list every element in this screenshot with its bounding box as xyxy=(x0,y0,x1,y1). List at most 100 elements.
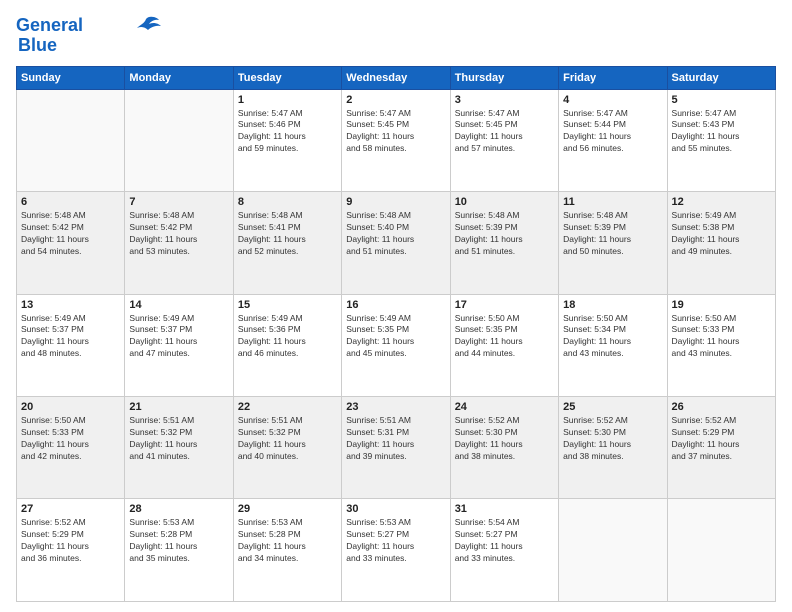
day-info: Sunrise: 5:48 AM Sunset: 5:42 PM Dayligh… xyxy=(129,210,228,258)
weekday-header-saturday: Saturday xyxy=(667,66,775,89)
weekday-header-friday: Friday xyxy=(559,66,667,89)
day-number: 8 xyxy=(238,196,337,208)
calendar-cell: 20 Sunrise: 5:50 AM Sunset: 5:33 PM Dayli… xyxy=(17,397,125,499)
calendar-cell: 31Sunrise: 5:54 AM Sunset: 5:27 PM Dayli… xyxy=(450,499,558,602)
calendar-cell: 1 Sunrise: 5:47 AM Sunset: 5:46 PM Daylig… xyxy=(233,89,341,191)
calendar-cell: 24 Sunrise: 5:52 AM Sunset: 5:30 PM Dayli… xyxy=(450,397,558,499)
day-info: Sunrise: 5:54 AM Sunset: 5:27 PM Dayligh… xyxy=(455,517,554,565)
logo-blue: Blue xyxy=(18,36,57,56)
calendar-cell: 27 Sunrise: 5:52 AM Sunset: 5:29 PM Dayli… xyxy=(17,499,125,602)
day-number: 23 xyxy=(346,401,445,413)
day-info: Sunrise: 5:49 AM Sunset: 5:37 PM Dayligh… xyxy=(21,313,120,361)
day-info: Sunrise: 5:47 AM Sunset: 5:46 PM Dayligh… xyxy=(238,108,337,156)
day-number: 21 xyxy=(129,401,228,413)
day-number: 4 xyxy=(563,94,662,106)
day-number: 7 xyxy=(129,196,228,208)
day-number: 29 xyxy=(238,503,337,515)
calendar-cell: 29 Sunrise: 5:53 AM Sunset: 5:28 PM Dayli… xyxy=(233,499,341,602)
day-info: Sunrise: 5:47 AM Sunset: 5:43 PM Dayligh… xyxy=(672,108,771,156)
calendar-cell: 6 Sunrise: 5:48 AM Sunset: 5:42 PM Daylig… xyxy=(17,192,125,294)
calendar-cell: 30Sunrise: 5:53 AM Sunset: 5:27 PM Dayli… xyxy=(342,499,450,602)
header: General Blue xyxy=(16,16,776,56)
calendar-cell: 22 Sunrise: 5:51 AM Sunset: 5:32 PM Dayli… xyxy=(233,397,341,499)
day-info: Sunrise: 5:52 AM Sunset: 5:30 PM Dayligh… xyxy=(563,415,662,463)
calendar-week-row: 1 Sunrise: 5:47 AM Sunset: 5:46 PM Daylig… xyxy=(17,89,776,191)
calendar-cell: 10Sunrise: 5:48 AM Sunset: 5:39 PM Dayli… xyxy=(450,192,558,294)
calendar-cell: 28Sunrise: 5:53 AM Sunset: 5:28 PM Dayli… xyxy=(125,499,233,602)
day-info: Sunrise: 5:52 AM Sunset: 5:29 PM Dayligh… xyxy=(672,415,771,463)
day-info: Sunrise: 5:47 AM Sunset: 5:44 PM Dayligh… xyxy=(563,108,662,156)
calendar-cell: 8Sunrise: 5:48 AM Sunset: 5:41 PM Daylig… xyxy=(233,192,341,294)
calendar-cell xyxy=(125,89,233,191)
calendar-cell: 7 Sunrise: 5:48 AM Sunset: 5:42 PM Daylig… xyxy=(125,192,233,294)
calendar-cell: 21Sunrise: 5:51 AM Sunset: 5:32 PM Dayli… xyxy=(125,397,233,499)
day-number: 26 xyxy=(672,401,771,413)
day-info: Sunrise: 5:49 AM Sunset: 5:36 PM Dayligh… xyxy=(238,313,337,361)
weekday-header-tuesday: Tuesday xyxy=(233,66,341,89)
calendar-cell: 18 Sunrise: 5:50 AM Sunset: 5:34 PM Dayli… xyxy=(559,294,667,396)
calendar-cell: 26 Sunrise: 5:52 AM Sunset: 5:29 PM Dayli… xyxy=(667,397,775,499)
calendar-cell: 13 Sunrise: 5:49 AM Sunset: 5:37 PM Dayli… xyxy=(17,294,125,396)
weekday-header-thursday: Thursday xyxy=(450,66,558,89)
day-info: Sunrise: 5:47 AM Sunset: 5:45 PM Dayligh… xyxy=(455,108,554,156)
calendar-week-row: 6 Sunrise: 5:48 AM Sunset: 5:42 PM Daylig… xyxy=(17,192,776,294)
weekday-header-sunday: Sunday xyxy=(17,66,125,89)
calendar-cell: 9Sunrise: 5:48 AM Sunset: 5:40 PM Daylig… xyxy=(342,192,450,294)
day-info: Sunrise: 5:51 AM Sunset: 5:32 PM Dayligh… xyxy=(238,415,337,463)
calendar-cell xyxy=(667,499,775,602)
day-number: 30 xyxy=(346,503,445,515)
day-info: Sunrise: 5:47 AM Sunset: 5:45 PM Dayligh… xyxy=(346,108,445,156)
day-number: 14 xyxy=(129,299,228,311)
day-info: Sunrise: 5:50 AM Sunset: 5:35 PM Dayligh… xyxy=(455,313,554,361)
day-number: 2 xyxy=(346,94,445,106)
day-info: Sunrise: 5:49 AM Sunset: 5:35 PM Dayligh… xyxy=(346,313,445,361)
day-number: 19 xyxy=(672,299,771,311)
calendar-week-row: 20 Sunrise: 5:50 AM Sunset: 5:33 PM Dayli… xyxy=(17,397,776,499)
weekday-header-wednesday: Wednesday xyxy=(342,66,450,89)
day-info: Sunrise: 5:52 AM Sunset: 5:29 PM Dayligh… xyxy=(21,517,120,565)
day-number: 6 xyxy=(21,196,120,208)
day-number: 16 xyxy=(346,299,445,311)
logo: General Blue xyxy=(16,16,161,56)
calendar-cell: 5Sunrise: 5:47 AM Sunset: 5:43 PM Daylig… xyxy=(667,89,775,191)
calendar-cell: 25 Sunrise: 5:52 AM Sunset: 5:30 PM Dayli… xyxy=(559,397,667,499)
day-info: Sunrise: 5:48 AM Sunset: 5:42 PM Dayligh… xyxy=(21,210,120,258)
day-number: 18 xyxy=(563,299,662,311)
day-info: Sunrise: 5:53 AM Sunset: 5:28 PM Dayligh… xyxy=(238,517,337,565)
day-info: Sunrise: 5:51 AM Sunset: 5:31 PM Dayligh… xyxy=(346,415,445,463)
day-info: Sunrise: 5:50 AM Sunset: 5:33 PM Dayligh… xyxy=(21,415,120,463)
calendar-cell xyxy=(559,499,667,602)
calendar-week-row: 13 Sunrise: 5:49 AM Sunset: 5:37 PM Dayli… xyxy=(17,294,776,396)
day-info: Sunrise: 5:50 AM Sunset: 5:34 PM Dayligh… xyxy=(563,313,662,361)
weekday-header-monday: Monday xyxy=(125,66,233,89)
day-info: Sunrise: 5:49 AM Sunset: 5:38 PM Dayligh… xyxy=(672,210,771,258)
logo-text: General xyxy=(16,16,83,36)
calendar-cell: 19 Sunrise: 5:50 AM Sunset: 5:33 PM Dayli… xyxy=(667,294,775,396)
calendar-cell: 4 Sunrise: 5:47 AM Sunset: 5:44 PM Daylig… xyxy=(559,89,667,191)
day-number: 25 xyxy=(563,401,662,413)
day-info: Sunrise: 5:52 AM Sunset: 5:30 PM Dayligh… xyxy=(455,415,554,463)
day-number: 9 xyxy=(346,196,445,208)
day-number: 20 xyxy=(21,401,120,413)
day-number: 15 xyxy=(238,299,337,311)
calendar-cell: 14 Sunrise: 5:49 AM Sunset: 5:37 PM Dayli… xyxy=(125,294,233,396)
day-info: Sunrise: 5:50 AM Sunset: 5:33 PM Dayligh… xyxy=(672,313,771,361)
calendar-cell: 17 Sunrise: 5:50 AM Sunset: 5:35 PM Dayli… xyxy=(450,294,558,396)
day-number: 12 xyxy=(672,196,771,208)
day-number: 1 xyxy=(238,94,337,106)
day-number: 27 xyxy=(21,503,120,515)
day-number: 24 xyxy=(455,401,554,413)
day-number: 11 xyxy=(563,196,662,208)
calendar-cell: 11Sunrise: 5:48 AM Sunset: 5:39 PM Dayli… xyxy=(559,192,667,294)
day-info: Sunrise: 5:49 AM Sunset: 5:37 PM Dayligh… xyxy=(129,313,228,361)
day-number: 3 xyxy=(455,94,554,106)
calendar-cell: 15 Sunrise: 5:49 AM Sunset: 5:36 PM Dayli… xyxy=(233,294,341,396)
day-number: 13 xyxy=(21,299,120,311)
calendar-cell: 16 Sunrise: 5:49 AM Sunset: 5:35 PM Dayli… xyxy=(342,294,450,396)
day-number: 22 xyxy=(238,401,337,413)
day-info: Sunrise: 5:53 AM Sunset: 5:28 PM Dayligh… xyxy=(129,517,228,565)
day-info: Sunrise: 5:48 AM Sunset: 5:39 PM Dayligh… xyxy=(455,210,554,258)
calendar-cell: 3 Sunrise: 5:47 AM Sunset: 5:45 PM Daylig… xyxy=(450,89,558,191)
day-number: 17 xyxy=(455,299,554,311)
page: General Blue SundayMondayTuesdayWednesda… xyxy=(0,0,792,612)
